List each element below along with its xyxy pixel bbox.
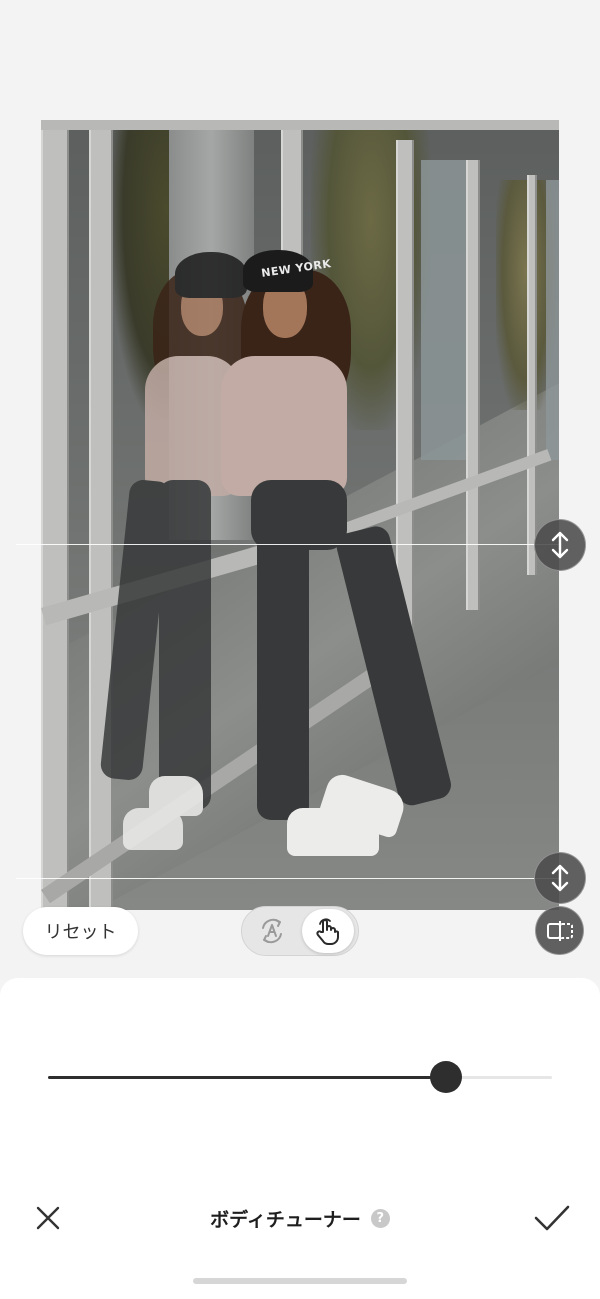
window-frame-top (41, 120, 559, 130)
slider-thumb[interactable] (430, 1061, 463, 1093)
compare-icon (546, 920, 573, 941)
vertical-resize-icon (551, 864, 569, 892)
jeans-leg (257, 520, 309, 820)
tool-title: ボディチューナー (210, 1208, 361, 1231)
tuner-handle-bottom[interactable] (534, 852, 586, 904)
auto-mode-button[interactable] (246, 909, 298, 953)
compare-button[interactable] (535, 906, 584, 955)
help-icon[interactable]: ? (370, 1208, 390, 1228)
beanie (175, 252, 247, 298)
auto-body-icon (262, 918, 282, 944)
home-indicator (193, 1278, 407, 1284)
window-frame (89, 120, 113, 910)
vertical-resize-icon (551, 531, 569, 559)
jeans-leg (159, 480, 211, 810)
tool-panel: ボディチューナー ? (0, 978, 600, 1299)
sneaker (149, 776, 203, 816)
manual-mode-button[interactable] (302, 909, 354, 953)
tuner-handle-top[interactable] (534, 519, 586, 571)
sweater (221, 356, 347, 496)
mode-toggle[interactable] (241, 906, 359, 956)
window-frame (41, 120, 69, 910)
glass-pane (421, 160, 466, 460)
tuner-guide-bottom[interactable] (16, 878, 560, 879)
edited-photo[interactable]: NEW YORK (41, 120, 559, 910)
tool-title-row: ボディチューナー ? (0, 1198, 600, 1238)
window-frame (466, 160, 480, 610)
beanie: NEW YORK (243, 250, 332, 292)
glass-pane (546, 180, 559, 460)
reset-button[interactable]: リセット (23, 907, 138, 955)
checkmark-icon (534, 1205, 570, 1231)
apply-button[interactable] (532, 1198, 572, 1238)
intensity-slider[interactable] (48, 1061, 552, 1093)
slider-fill (48, 1076, 447, 1079)
tuner-guide-top[interactable] (16, 544, 560, 545)
hand-touch-icon (316, 918, 339, 945)
editor-canvas-area: NEW YORK リセット (0, 0, 600, 980)
window-frame (527, 175, 537, 575)
